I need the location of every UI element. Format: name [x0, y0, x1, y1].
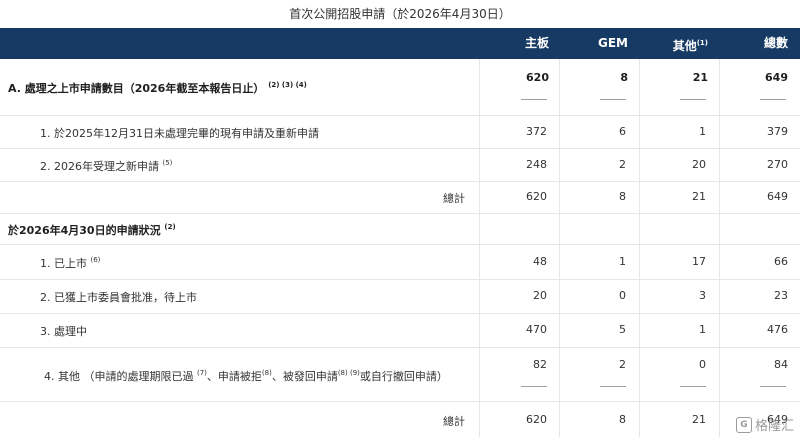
table-row: 3. 處理中 470 5 1 476 [0, 313, 800, 348]
cell-total: 649 [765, 71, 788, 84]
column-header-bar: 主板 GEM 其他(1) 總數 [0, 28, 800, 59]
underline [600, 386, 626, 387]
table-row: 4. 其他 （申請的處理期限已過 (7)、申請被拒(8)、被發回申請(8) (9… [0, 347, 800, 402]
cell-gem: 1 [619, 255, 626, 268]
table-title: 首次公開招股申請（於2026年4月30日） [0, 0, 800, 29]
cell-others: 3 [699, 289, 706, 302]
cell-others: 17 [692, 255, 706, 268]
col-header-others: 其他(1) [640, 28, 708, 59]
table-row: 2. 已獲上市委員會批准，待上市 20 0 3 23 [0, 279, 800, 314]
cell-gem: 8 [619, 413, 626, 426]
cell-total: 649 [767, 190, 788, 203]
row-label-text: 2. 2026年受理之新申請 [40, 160, 159, 173]
row-label-text: 、申請被拒 [206, 370, 262, 383]
underline [521, 386, 547, 387]
underline [680, 99, 706, 100]
table-row: 2. 2026年受理之新申請 (5) 248 2 20 270 [0, 148, 800, 182]
row-label: 1. 已上市 (6) [40, 255, 520, 271]
cell-main-board: 20 [533, 289, 547, 302]
watermark-logo-icon: G [735, 416, 752, 433]
cell-others: 1 [699, 125, 706, 138]
cell-main-board: 620 [526, 71, 549, 84]
underline [760, 386, 786, 387]
cell-gem: 0 [619, 289, 626, 302]
col-header-others-sup: (1) [696, 39, 708, 47]
footnote-sup: (8) [261, 369, 272, 377]
section-a-label-text: A. 處理之上市申請數目（2026年截至本報告日止） [8, 82, 265, 95]
footnote-sup: (8) (9) [337, 369, 360, 377]
watermark-text: 格隆汇 [754, 419, 794, 434]
cell-main-board: 372 [526, 125, 547, 138]
cell-total: 476 [767, 323, 788, 336]
cell-main-board: 48 [533, 255, 547, 268]
section-b-label-text: 於2026年4月30日的申請狀況 [8, 224, 161, 237]
cell-total: 379 [767, 125, 788, 138]
underline [600, 99, 626, 100]
cell-total: 66 [774, 255, 788, 268]
cell-others: 21 [692, 71, 708, 84]
section-a-row: A. 處理之上市申請數目（2026年截至本報告日止） (2) (3) (4) 6… [0, 59, 800, 116]
cell-others: 1 [699, 323, 706, 336]
footnote-sup: (7) [196, 369, 207, 377]
cell-main-board: 82 [533, 358, 547, 371]
cell-gem: 6 [619, 125, 626, 138]
col-header-gem: GEM [598, 36, 628, 50]
total-row: 總計 620 8 21 649 [0, 181, 800, 214]
row-label-text: 1. 已上市 [40, 257, 87, 270]
cell-main-board: 248 [526, 158, 547, 171]
cell-main-board: 470 [526, 323, 547, 336]
cell-total: 270 [767, 158, 788, 171]
row-label-text: 或自行撤回申請） [359, 370, 448, 383]
cell-gem: 8 [620, 71, 628, 84]
section-a-sup: (2) (3) (4) [268, 81, 307, 89]
table-row: 1. 於2025年12月31日未處理完畢的現有申請及重新申請 372 6 1 3… [0, 115, 800, 149]
total-label: 總計 [443, 192, 465, 205]
row-label: 2. 已獲上市委員會批准，待上市 [40, 291, 197, 304]
row-label-text: 4. 其他 （申請的處理期限已過 [44, 370, 197, 383]
row-label: 2. 2026年受理之新申請 (5) [40, 158, 520, 174]
section-b-row: 於2026年4月30日的申請狀況 (2) [0, 213, 800, 245]
col-header-others-label: 其他 [672, 39, 697, 53]
col-header-total: 總數 [763, 36, 788, 50]
row-label-sup: (5) [162, 159, 173, 167]
underline [760, 99, 786, 100]
row-label: 3. 處理中 [40, 325, 87, 338]
cell-others: 20 [692, 158, 706, 171]
cell-total: 23 [774, 289, 788, 302]
col-header-main-board: 主板 [524, 36, 549, 50]
underline [521, 99, 547, 100]
cell-gem: 5 [619, 323, 626, 336]
total-row: 總計 620 8 21 649 [0, 401, 800, 437]
cell-others: 21 [692, 413, 706, 426]
row-label: 1. 於2025年12月31日未處理完畢的現有申請及重新申請 [40, 127, 319, 140]
watermark: G 格隆汇 [735, 415, 794, 434]
table-row: 1. 已上市 (6) 48 1 17 66 [0, 244, 800, 280]
cell-others: 0 [699, 358, 706, 371]
underline [680, 386, 706, 387]
cell-others: 21 [692, 190, 706, 203]
cell-gem: 2 [619, 158, 626, 171]
cell-total: 84 [774, 358, 788, 371]
row-label-text: 、被發回申請 [271, 370, 338, 383]
total-label: 總計 [443, 415, 465, 428]
cell-main-board: 620 [526, 413, 547, 426]
cell-gem: 2 [619, 358, 626, 371]
section-b-sup: (2) [164, 223, 176, 231]
cell-gem: 8 [619, 190, 626, 203]
cell-main-board: 620 [526, 190, 547, 203]
section-b-label: 於2026年4月30日的申請狀況 (2) [8, 222, 488, 238]
row-label-sup: (6) [90, 256, 101, 264]
section-a-label: A. 處理之上市申請數目（2026年截至本報告日止） (2) (3) (4) [8, 80, 488, 96]
row-label: 4. 其他 （申請的處理期限已過 (7)、申請被拒(8)、被發回申請(8) (9… [44, 368, 474, 384]
